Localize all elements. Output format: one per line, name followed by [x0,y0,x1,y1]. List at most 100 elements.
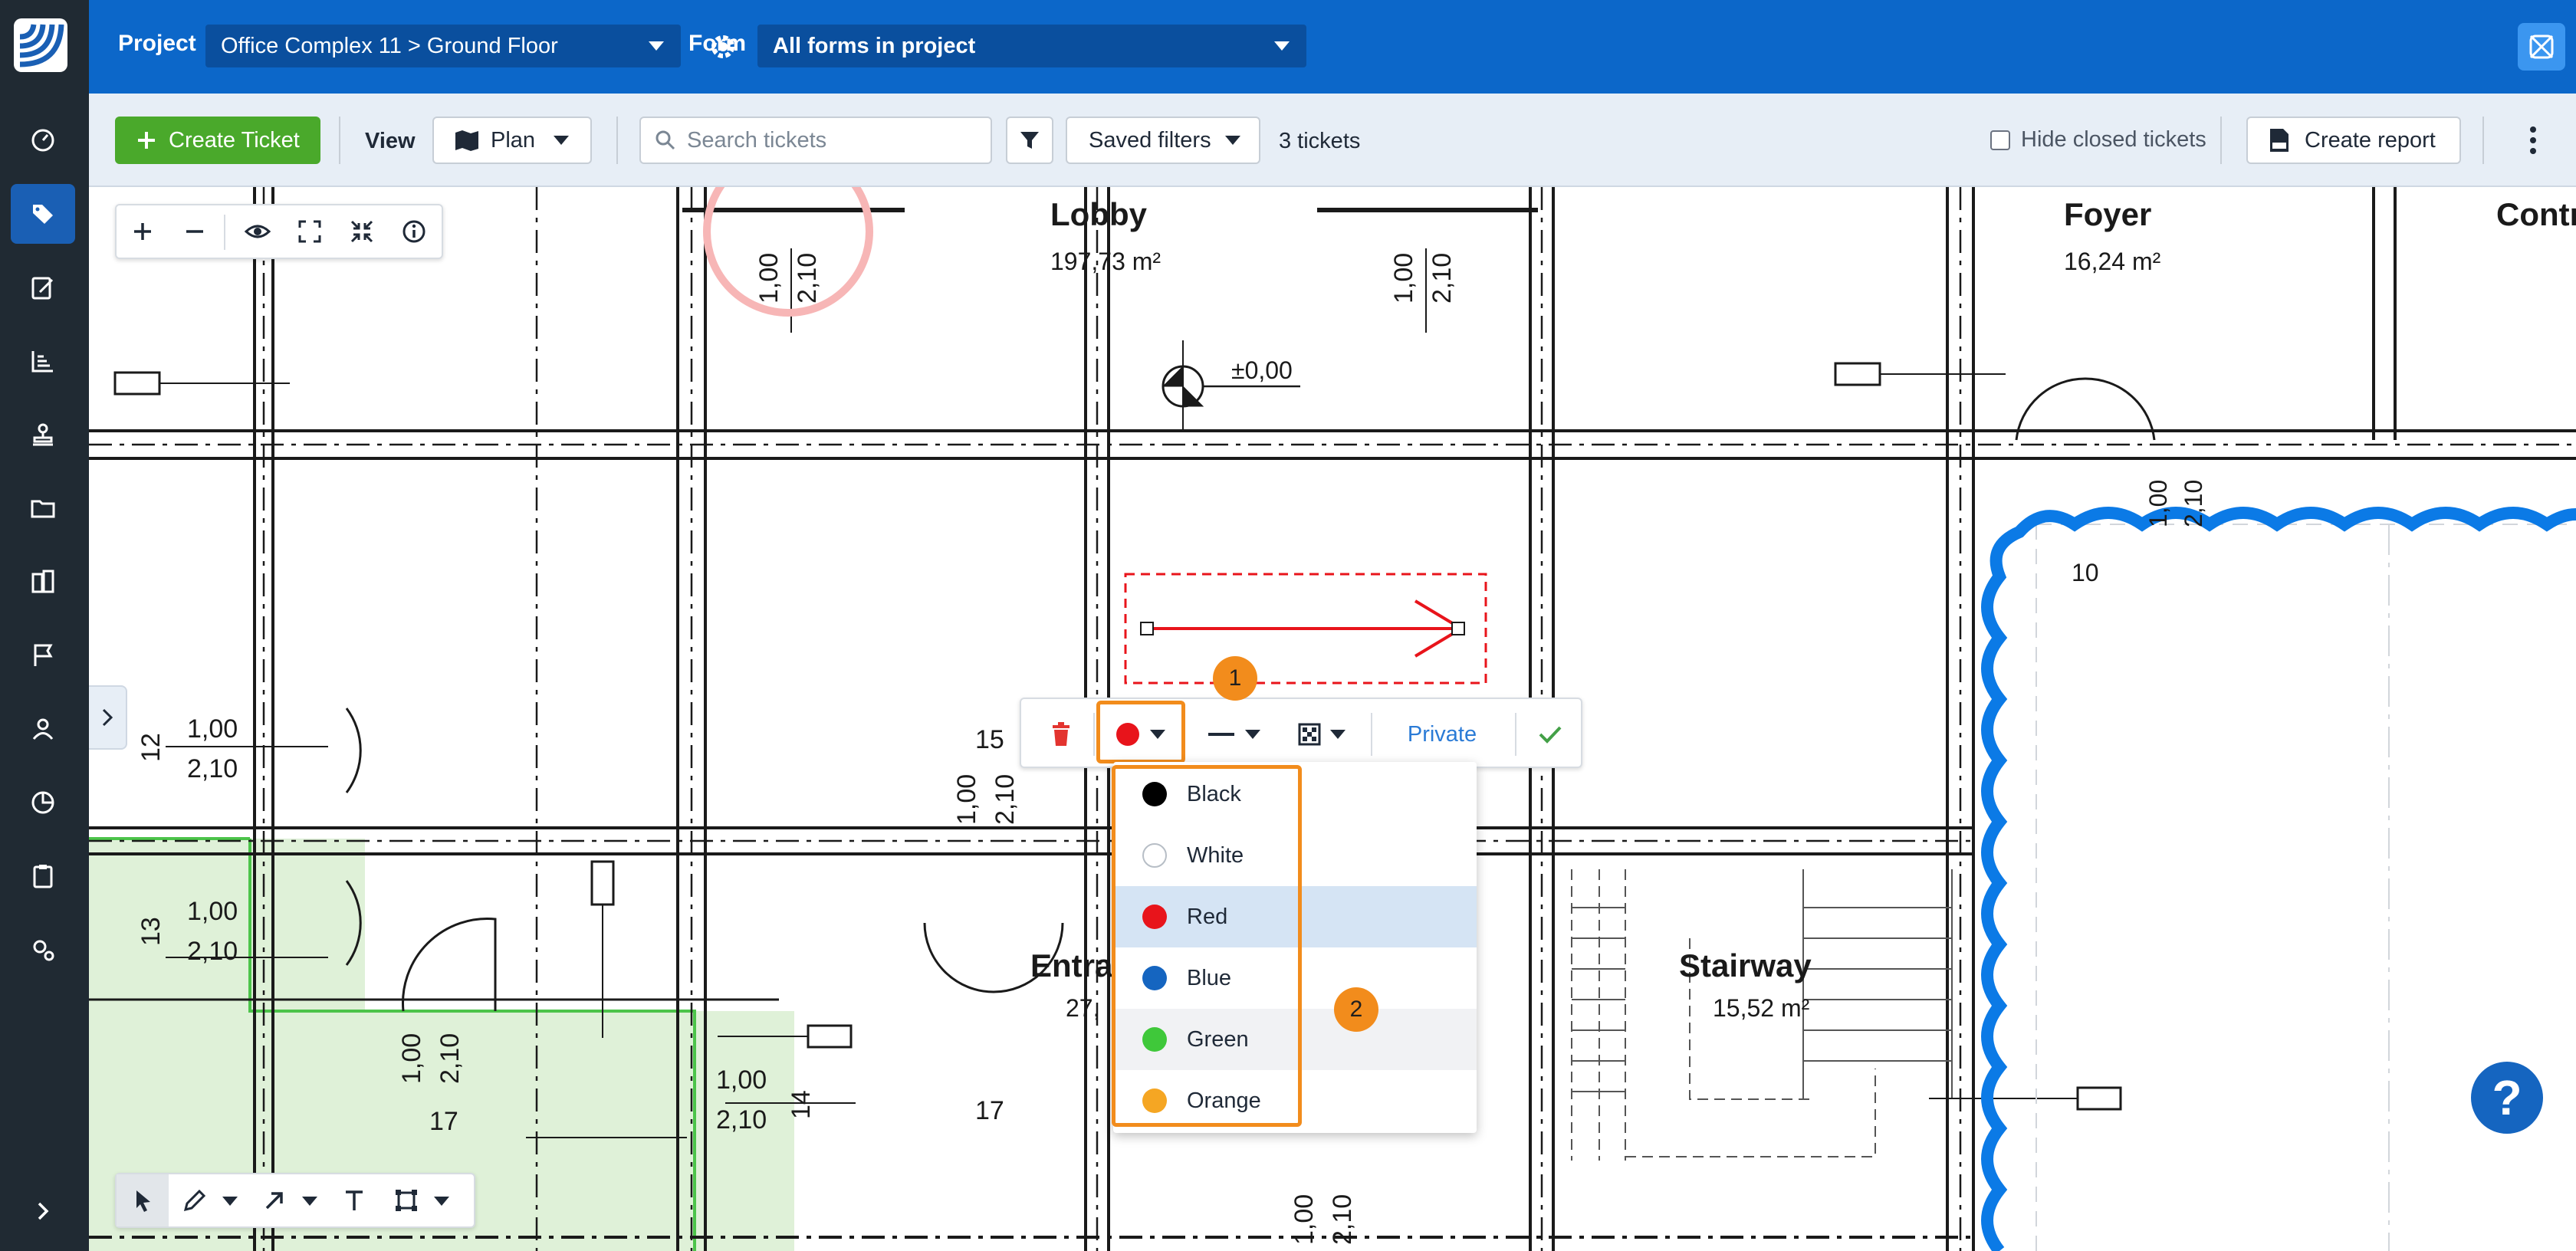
flag-icon [34,644,53,666]
info-icon [402,220,426,243]
chevron-right-icon [38,1202,49,1220]
dashboard-nav[interactable] [11,110,75,170]
dimension-width: 1,00 [1290,1194,1319,1245]
app-logo[interactable] [14,18,67,72]
dimension-height: 2,10 [2180,480,2207,527]
room-name-lobby: Lobby [1050,196,1148,232]
filter-button[interactable] [1006,117,1053,164]
eye-icon [244,225,271,238]
divider [616,117,618,164]
search-tickets-input[interactable]: Search tickets [639,117,992,164]
room-number: 17 [429,1107,458,1136]
chevron-right-icon [102,708,113,727]
reports-nav[interactable] [11,331,75,391]
folder-icon [31,500,55,518]
view-select[interactable]: Plan [432,117,592,164]
forms-nav[interactable] [11,258,75,317]
info-button[interactable] [388,205,440,258]
dimension-width: 1,00 [952,774,981,825]
ticket-count: 3 tickets [1279,129,1361,153]
expand-rail-button[interactable] [18,1187,67,1236]
room-number: 13 [136,917,166,946]
side-panel-expander[interactable] [89,685,127,750]
dimension-width: 1,00 [187,714,238,744]
tickets-nav[interactable] [11,184,75,244]
shape-tool[interactable] [380,1174,432,1226]
confirm-annotation-button[interactable] [1523,699,1578,770]
create-ticket-label: Create Ticket [169,127,300,153]
dimension-width: 1,00 [2144,480,2172,527]
dimension-width: 1,00 [397,1033,426,1084]
divider [1515,713,1516,756]
text-tool[interactable] [328,1174,380,1226]
room-area-stairway: 15,52 m² [1713,994,1810,1022]
logo-icon [19,24,64,67]
text-icon [346,1190,363,1210]
zoom-in-button[interactable] [117,205,169,258]
search-placeholder: Search tickets [687,127,827,153]
chevron-down-icon [1330,730,1346,739]
more-options-icon[interactable] [2525,123,2541,158]
room-number: 15 [975,725,1004,754]
fill-style-button[interactable] [1285,699,1359,770]
clipboard-icon [33,865,53,888]
highlight-color-picker [1096,701,1185,763]
fit-to-screen-button[interactable] [336,205,388,258]
form-select[interactable]: All forms in project [757,25,1306,67]
pen-tool[interactable] [169,1174,221,1226]
room-number: 10 [2072,559,2099,586]
select-tool[interactable] [117,1174,169,1226]
hide-closed-toggle[interactable]: Hide closed tickets [1990,127,2206,153]
chart-icon [31,351,53,373]
dimension-height: 2,10 [1328,1194,1357,1245]
user-icon [32,718,54,740]
create-report-button[interactable]: Create report [2246,117,2461,164]
files-nav[interactable] [11,478,75,538]
dimension-height: 2,10 [1428,253,1457,304]
arrow-tool-options[interactable] [302,1196,317,1210]
inspections-nav[interactable] [11,405,75,465]
fullscreen-button[interactable] [284,205,336,258]
create-report-label: Create report [2305,127,2436,153]
private-toggle[interactable]: Private [1378,699,1506,770]
chevron-down-icon [302,1197,317,1206]
chevron-down-icon [434,1197,449,1206]
tasks-nav[interactable] [11,846,75,906]
help-button[interactable]: ? [2467,1058,2547,1138]
view-select-value: Plan [491,127,536,153]
settings-icon [33,940,54,961]
stamp-icon [33,423,53,446]
chevron-down-icon [1224,136,1240,145]
tickets-toolbar: Create Ticket View Plan Search tickets S… [89,94,2576,187]
divider [339,117,340,164]
buildings-nav[interactable] [11,552,75,612]
users-nav[interactable] [11,699,75,759]
milestones-nav[interactable] [11,626,75,685]
checkerboard-icon [1298,723,1321,746]
map-icon [455,130,478,151]
plan-canvas[interactable]: Lobby 197,73 m² Foyer 16,24 m² Contr Sta… [89,187,2576,1251]
view-label: View [365,129,416,153]
dimension-height: 2,10 [187,754,238,783]
arrow-icon [265,1192,283,1210]
project-select[interactable]: Office Complex 11 > Ground Floor [205,25,681,67]
apps-button[interactable] [2518,23,2565,71]
analytics-nav[interactable] [11,773,75,832]
saved-filters-dropdown[interactable]: Saved filters [1066,117,1260,164]
delete-annotation-button[interactable] [1032,699,1090,770]
settings-nav[interactable] [11,920,75,980]
shape-tool-options[interactable] [434,1196,449,1210]
zoom-out-button[interactable] [169,205,221,258]
line-style-button[interactable] [1198,699,1271,770]
arrow-tool[interactable] [248,1174,301,1226]
building-icon [31,570,54,593]
pen-tool-options[interactable] [222,1196,238,1210]
edit-document-icon [31,277,54,300]
create-ticket-button[interactable]: Create Ticket [115,117,320,164]
plus-icon [134,223,151,240]
hide-closed-checkbox[interactable] [1990,130,2010,150]
visibility-button[interactable] [232,205,284,258]
form-select-value: All forms in project [773,33,976,58]
divider [2482,117,2484,164]
top-bar: Project Office Complex 11 > Ground Floor… [89,0,2576,94]
